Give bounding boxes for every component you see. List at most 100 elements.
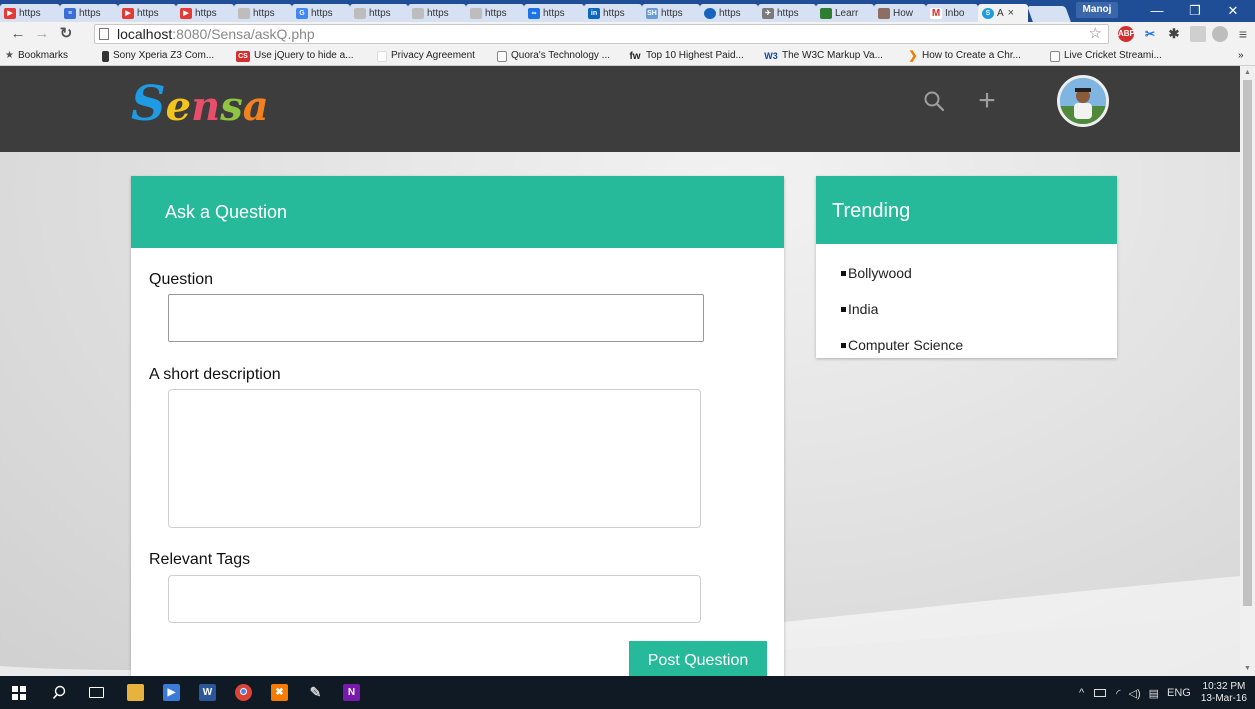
extension-box-icon[interactable] xyxy=(1190,26,1206,42)
page-icon xyxy=(470,7,482,19)
add-question-icon[interactable]: + xyxy=(976,86,998,116)
sensa-logo[interactable]: Sensa xyxy=(131,78,269,133)
question-input[interactable] xyxy=(168,294,704,342)
w3c-icon: W3 xyxy=(764,50,778,61)
language-indicator[interactable]: ENG xyxy=(1167,687,1191,699)
extension-circle-icon[interactable] xyxy=(1212,26,1228,42)
puzzle-icon[interactable]: ✱ xyxy=(1166,26,1182,42)
bookmark-item[interactable]: Quora's Technology ... xyxy=(497,49,610,63)
search-icon[interactable] xyxy=(923,90,945,112)
browser-tab-strip: ▶ https ≡ https ▶ https ▶ https https Ghttps… xyxy=(0,0,1255,22)
page-icon xyxy=(238,7,250,19)
bookmark-item[interactable]: CS Use jQuery to hide a... xyxy=(236,49,354,63)
bookmarks-button[interactable]: ★ Bookmarks xyxy=(5,49,68,63)
profile-button[interactable]: Manoj xyxy=(1076,2,1118,18)
bookmark-item[interactable]: W3 The W3C Markup Va... xyxy=(764,49,883,63)
media-player-icon[interactable]: ▶ xyxy=(163,684,180,701)
cs-icon: CS xyxy=(236,50,250,62)
infinity-icon: ∞ xyxy=(528,7,540,19)
chevron-icon: ❯ xyxy=(908,49,918,62)
clock-time: 10:32 PM xyxy=(1202,681,1246,692)
browser-tab[interactable]: in https xyxy=(584,4,642,22)
volume-icon[interactable]: ◁) xyxy=(1128,687,1140,700)
xampp-icon[interactable]: ✖ xyxy=(271,684,288,701)
browser-tab[interactable]: SH https xyxy=(642,4,700,22)
tags-input[interactable] xyxy=(168,575,701,623)
sh-icon: SH xyxy=(646,7,658,19)
browser-tab[interactable]: https xyxy=(234,4,292,22)
minimize-icon[interactable]: — xyxy=(1140,0,1174,22)
close-window-icon[interactable]: ✕ xyxy=(1216,0,1250,22)
site-header: Sensa + xyxy=(0,66,1240,152)
description-textarea[interactable] xyxy=(168,389,701,528)
browser-tab[interactable]: ▶ https xyxy=(118,4,176,22)
onenote-icon[interactable]: N xyxy=(343,684,360,701)
wifi-icon[interactable]: ◜ xyxy=(1116,687,1120,700)
ask-card-title: Ask a Question xyxy=(165,202,288,222)
bookmark-item[interactable]: fw Top 10 Highest Paid... xyxy=(628,49,743,63)
search-icon[interactable] xyxy=(52,685,67,700)
scroll-down-icon[interactable]: ▼ xyxy=(1243,664,1252,673)
windows-taskbar: ▶ W ✖ ✎ N ^ ◜ ◁) ▤ ENG 10:32 PM 13-Mar-1… xyxy=(0,676,1255,709)
browser-tab[interactable]: ▶ https xyxy=(0,4,60,22)
browser-tab[interactable]: https xyxy=(466,4,524,22)
youtube-icon: ▶ xyxy=(122,7,134,19)
address-bar[interactable]: localhost:8080/Sensa/askQ.php ☆ xyxy=(94,24,1109,44)
chrome-icon[interactable] xyxy=(235,684,252,701)
task-view-icon[interactable] xyxy=(89,687,104,698)
bookmark-item[interactable]: Sony Xperia Z3 Com... xyxy=(102,49,214,63)
notification-icon[interactable]: ▤ xyxy=(1149,687,1159,700)
browser-tab[interactable]: ▶ https xyxy=(176,4,234,22)
browser-tab[interactable]: https xyxy=(700,4,758,22)
scroll-thumb[interactable] xyxy=(1243,80,1252,606)
browser-tab[interactable]: ≡ https xyxy=(60,4,118,22)
browser-tab[interactable]: https xyxy=(350,4,408,22)
trending-item[interactable]: Computer Science xyxy=(840,336,963,354)
page-icon xyxy=(377,50,387,62)
word-icon[interactable]: W xyxy=(199,684,216,701)
chevron-up-icon[interactable]: ^ xyxy=(1079,687,1084,699)
battery-icon[interactable] xyxy=(1094,689,1107,697)
page-icon xyxy=(99,28,109,40)
adblock-icon[interactable]: ABP xyxy=(1118,26,1135,42)
bookmarks-overflow[interactable]: » xyxy=(1238,49,1244,63)
browser-tab[interactable]: Learr xyxy=(816,4,874,22)
google-icon: G xyxy=(296,7,308,19)
page-icon xyxy=(354,7,366,19)
page-icon xyxy=(1050,50,1060,62)
post-question-button[interactable]: Post Question xyxy=(629,641,767,676)
extension-icon[interactable]: ✂ xyxy=(1142,26,1158,42)
trending-item[interactable]: Bollywood xyxy=(841,264,912,282)
windows-start-icon[interactable] xyxy=(12,686,26,700)
browser-tab[interactable]: Ghttps xyxy=(292,4,350,22)
phone-icon xyxy=(102,50,109,62)
browser-tab[interactable]: How xyxy=(874,4,926,22)
clock[interactable]: 10:32 PM 13-Mar-16 xyxy=(1201,681,1247,705)
restore-icon[interactable]: ❐ xyxy=(1178,0,1212,22)
menu-icon[interactable]: ≡ xyxy=(1233,24,1253,44)
back-arrow-icon[interactable]: ← xyxy=(8,24,28,44)
fw-icon: fw xyxy=(629,50,641,62)
close-tab-icon[interactable]: × xyxy=(1008,7,1014,19)
browser-tab[interactable]: ✈ https xyxy=(758,4,816,22)
paint-icon[interactable]: ✎ xyxy=(307,684,324,701)
browser-tab-active[interactable]: S A × xyxy=(978,4,1028,22)
reload-icon[interactable]: ↻ xyxy=(56,24,76,44)
scroll-up-icon[interactable]: ▲ xyxy=(1243,68,1252,77)
forward-arrow-icon[interactable]: → xyxy=(32,24,52,44)
user-avatar[interactable] xyxy=(1057,75,1109,127)
new-tab-button[interactable] xyxy=(1027,6,1071,22)
bookmark-item[interactable]: ❯ How to Create a Chr... xyxy=(908,49,1021,63)
page-scrollbar[interactable]: ▲ ▼ xyxy=(1240,66,1255,676)
ask-question-card: Ask a Question Question A short descript… xyxy=(131,176,784,676)
bookmark-item[interactable]: Privacy Agreement xyxy=(377,49,475,63)
bookmark-item[interactable]: Live Cricket Streami... xyxy=(1050,49,1162,63)
browser-tab[interactable]: https xyxy=(408,4,466,22)
description-label: A short description xyxy=(149,366,281,383)
browser-tab[interactable]: M Inbo xyxy=(926,4,978,22)
file-explorer-icon[interactable] xyxy=(127,684,144,701)
ask-card-header: Ask a Question xyxy=(131,176,784,248)
browser-tab[interactable]: ∞ https xyxy=(524,4,584,22)
star-icon[interactable]: ☆ xyxy=(1089,25,1102,43)
trending-item[interactable]: India xyxy=(840,300,878,318)
